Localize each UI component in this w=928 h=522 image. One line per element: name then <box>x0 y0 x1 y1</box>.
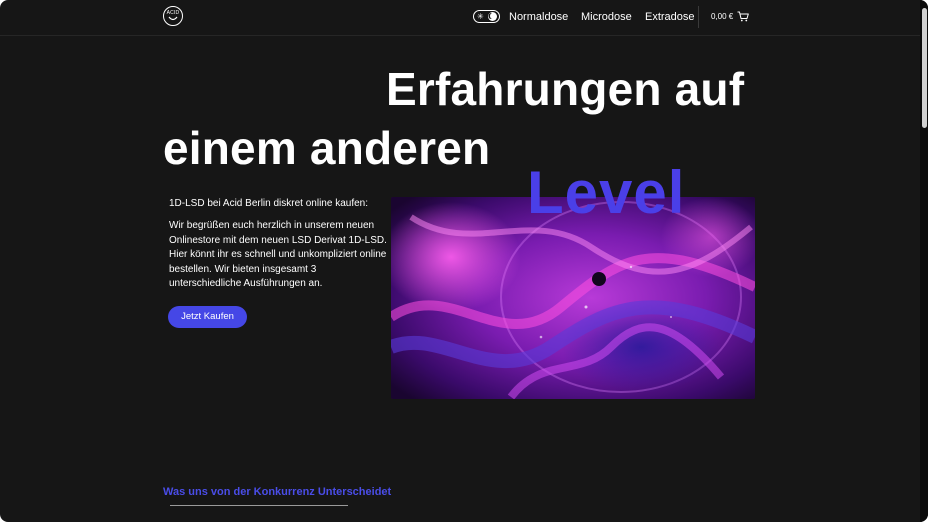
scrollbar-thumb[interactable] <box>922 8 927 128</box>
browser-window: ACID ✳ Normaldose Microdose Extradose 0,… <box>0 0 928 522</box>
nav-divider <box>698 6 699 28</box>
moon-icon <box>490 13 495 19</box>
site-header: ACID ✳ Normaldose Microdose Extradose 0,… <box>0 0 920 36</box>
headline-line-2: einem anderen <box>163 122 491 174</box>
nav-extradose[interactable]: Extradose <box>645 11 695 24</box>
theme-toggle[interactable]: ✳ <box>473 10 500 23</box>
headline-line-1: Erfahrungen auf <box>386 63 745 115</box>
buy-now-button[interactable]: Jetzt Kaufen <box>168 306 247 328</box>
sun-icon: ✳ <box>477 12 484 21</box>
section-title-underline <box>170 505 348 506</box>
acid-logo[interactable]: ACID <box>163 6 183 26</box>
smile-icon <box>168 16 178 21</box>
nav-microdose[interactable]: Microdose <box>581 11 632 24</box>
cart-total[interactable]: 0,00 € <box>711 12 733 22</box>
intro-paragraph: Wir begrüßen euch herzlich in unserem ne… <box>169 220 387 289</box>
shopping-cart-icon[interactable] <box>737 11 749 22</box>
toggle-knob <box>488 12 497 21</box>
headline-line-3-accent: Level <box>527 159 686 226</box>
nav-normaldose[interactable]: Normaldose <box>509 11 568 24</box>
hero-fluid-art-image <box>391 197 755 399</box>
differentiator-section-title: Was uns von der Konkurrenz Unterscheidet <box>163 486 392 498</box>
intro-title: 1D-LSD bei Acid Berlin diskret online ka… <box>169 198 368 209</box>
